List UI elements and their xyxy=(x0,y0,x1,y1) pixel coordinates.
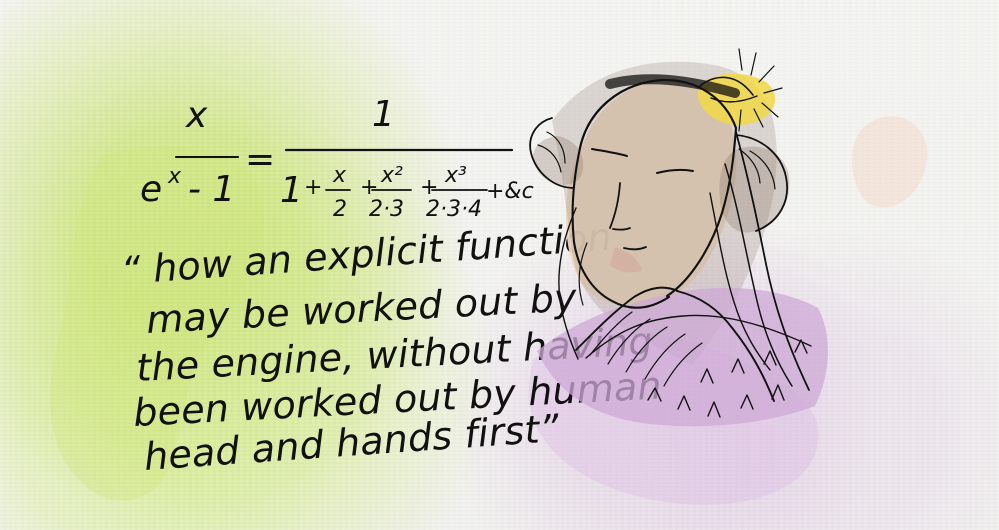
formula-rhs-frac2-denominator: 2·3 xyxy=(369,197,404,222)
formula-rhs-tail: +&c xyxy=(486,179,534,204)
formula-rhs-frac2-numerator: x² xyxy=(380,163,403,188)
formula-lhs-minus-one: - 1 xyxy=(188,169,235,210)
formula-lhs-exponent: x xyxy=(167,164,182,189)
peach-wash-shape xyxy=(852,116,928,208)
formula-rhs-numerator: 1 xyxy=(372,94,395,135)
formula-rhs-frac3-denominator: 2·3·4 xyxy=(426,197,482,222)
formula-rhs-term-1: 1 xyxy=(280,170,303,211)
math-formula: x e x - 1 = 1 1 + x 2 + x² 2·3 + x³ 2·3·… xyxy=(140,94,534,222)
portrait-illustration xyxy=(529,48,828,427)
formula-rhs-plus-1: + xyxy=(304,175,322,200)
formula-lhs-denominator: e xyxy=(140,169,162,210)
illustration-canvas: x e x - 1 = 1 1 + x 2 + x² 2·3 + x³ 2·3·… xyxy=(50,48,928,505)
formula-equals: = xyxy=(245,139,275,180)
formula-rhs-frac1-denominator: 2 xyxy=(333,197,347,222)
formula-lhs-numerator: x xyxy=(185,95,208,136)
formula-rhs-frac1-numerator: x xyxy=(332,163,347,188)
formula-rhs-frac3-numerator: x³ xyxy=(444,163,467,188)
